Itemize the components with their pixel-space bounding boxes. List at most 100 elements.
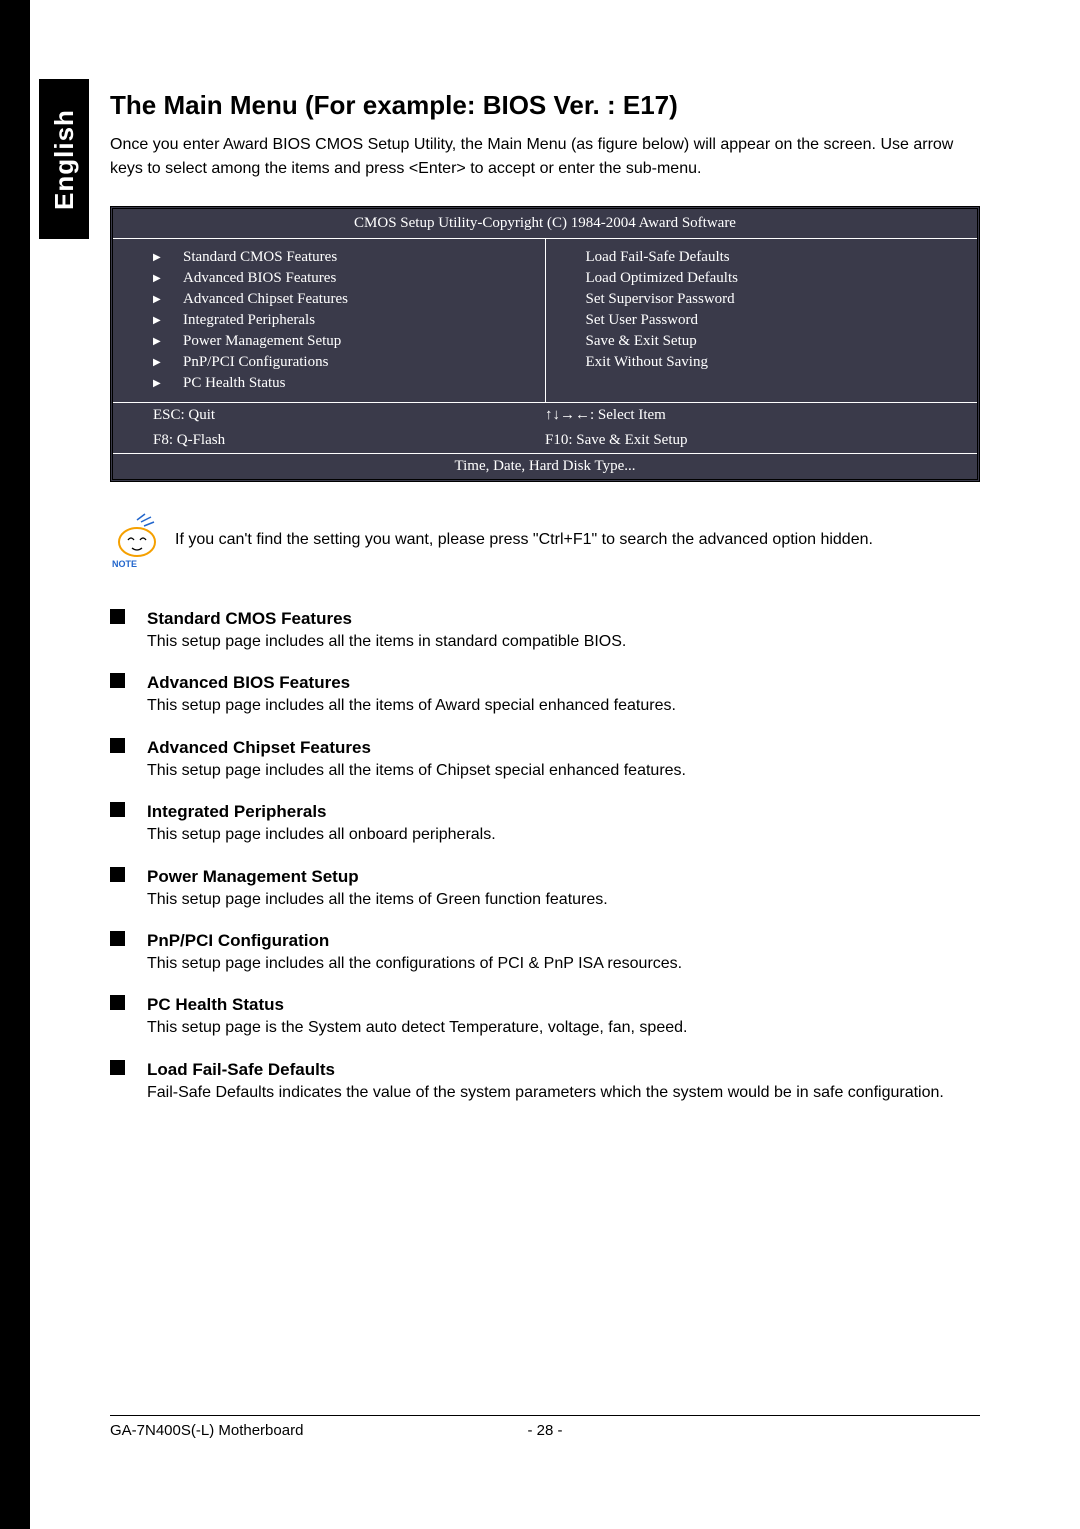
bios-menu-item: ▶ Advanced Chipset Features bbox=[153, 289, 505, 310]
section-item: Advanced Chipset Features This setup pag… bbox=[110, 736, 980, 782]
bios-menu-item: Load Optimized Defaults bbox=[586, 268, 938, 289]
arrow-icon: ▶ bbox=[153, 378, 161, 389]
bios-menu-item: Load Fail-Safe Defaults bbox=[586, 247, 938, 268]
section-desc: This setup page includes all the items i… bbox=[147, 631, 980, 653]
bios-menu-label: Load Optimized Defaults bbox=[586, 270, 738, 287]
section-item: Integrated Peripherals This setup page i… bbox=[110, 800, 980, 846]
bios-menu-label: PC Health Status bbox=[183, 375, 286, 392]
page-footer: GA-7N400S(-L) Motherboard - 28 - bbox=[110, 1415, 980, 1439]
section-desc: This setup page includes all onboard per… bbox=[147, 824, 980, 846]
section-title: Power Management Setup bbox=[147, 867, 359, 887]
bios-menu-item: ▶ PC Health Status bbox=[153, 373, 505, 394]
bios-menu-label: Integrated Peripherals bbox=[183, 312, 315, 329]
bios-menu-item: Set Supervisor Password bbox=[586, 289, 938, 310]
bios-select-hint: ↑↓→←: Select Item bbox=[545, 407, 937, 424]
section-item: PnP/PCI Configuration This setup page in… bbox=[110, 929, 980, 975]
arrow-icon: ▶ bbox=[153, 252, 161, 263]
page-edge-strip bbox=[0, 0, 30, 1529]
section-header: Advanced Chipset Features bbox=[110, 736, 980, 758]
section-item: PC Health Status This setup page is the … bbox=[110, 993, 980, 1039]
page-content: The Main Menu (For example: BIOS Ver. : … bbox=[110, 90, 980, 1122]
section-header: PnP/PCI Configuration bbox=[110, 929, 980, 951]
footer-product-name: GA-7N400S(-L) Motherboard bbox=[110, 1422, 528, 1439]
intro-paragraph: Once you enter Award BIOS CMOS Setup Uti… bbox=[110, 133, 980, 181]
bios-menu-label: Advanced Chipset Features bbox=[183, 291, 348, 308]
section-title: PnP/PCI Configuration bbox=[147, 931, 329, 951]
bios-menu-label: Advanced BIOS Features bbox=[183, 270, 336, 287]
bios-menu-label: Standard CMOS Features bbox=[183, 249, 337, 266]
bios-menu-item: Exit Without Saving bbox=[586, 352, 938, 373]
bios-menu-label: PnP/PCI Configurations bbox=[183, 354, 328, 371]
bios-menu-item: ▶ Standard CMOS Features bbox=[153, 247, 505, 268]
language-label: English bbox=[49, 109, 80, 210]
bios-menu-label: Set User Password bbox=[586, 312, 699, 329]
arrow-icon: ▶ bbox=[153, 315, 161, 326]
section-desc: This setup page is the System auto detec… bbox=[147, 1017, 980, 1039]
arrow-icon: ▶ bbox=[153, 294, 161, 305]
footer-page-number: - 28 - bbox=[528, 1422, 563, 1439]
section-item: Advanced BIOS Features This setup page i… bbox=[110, 671, 980, 717]
bios-menu-item: ▶ PnP/PCI Configurations bbox=[153, 352, 505, 373]
section-item: Power Management Setup This setup page i… bbox=[110, 865, 980, 911]
arrow-icon: ▶ bbox=[153, 357, 161, 368]
section-list: Standard CMOS Features This setup page i… bbox=[110, 607, 980, 1104]
bios-f10-hint: F10: Save & Exit Setup bbox=[545, 432, 937, 449]
bios-menu-item: ▶ Advanced BIOS Features bbox=[153, 268, 505, 289]
square-bullet-icon bbox=[110, 867, 125, 882]
section-title: Integrated Peripherals bbox=[147, 802, 327, 822]
section-title: PC Health Status bbox=[147, 995, 284, 1015]
bios-footer-row-2: F8: Q-Flash F10: Save & Exit Setup bbox=[113, 428, 977, 453]
note-text: If you can't find the setting you want, … bbox=[175, 531, 873, 549]
bios-menu-left-column: ▶ Standard CMOS Features ▶ Advanced BIOS F… bbox=[113, 239, 546, 402]
section-header: Advanced BIOS Features bbox=[110, 671, 980, 693]
square-bullet-icon bbox=[110, 609, 125, 624]
square-bullet-icon bbox=[110, 673, 125, 688]
section-desc: Fail-Safe Defaults indicates the value o… bbox=[147, 1082, 980, 1104]
section-title: Advanced BIOS Features bbox=[147, 673, 350, 693]
section-item: Standard CMOS Features This setup page i… bbox=[110, 607, 980, 653]
section-desc: This setup page includes all the items o… bbox=[147, 889, 980, 911]
section-title: Advanced Chipset Features bbox=[147, 738, 371, 758]
section-header: PC Health Status bbox=[110, 993, 980, 1015]
bios-f8-hint: F8: Q-Flash bbox=[153, 432, 545, 449]
bios-menu-label: Save & Exit Setup bbox=[586, 333, 697, 350]
square-bullet-icon bbox=[110, 802, 125, 817]
note-block: NOTE If you can't find the setting you w… bbox=[110, 512, 980, 567]
bios-menu-item: ▶ Power Management Setup bbox=[153, 331, 505, 352]
bios-esc-hint: ESC: Quit bbox=[153, 407, 545, 424]
section-item: Load Fail-Safe Defaults Fail-Safe Defaul… bbox=[110, 1058, 980, 1104]
section-title: Load Fail-Safe Defaults bbox=[147, 1060, 335, 1080]
section-title: Standard CMOS Features bbox=[147, 609, 352, 629]
section-header: Load Fail-Safe Defaults bbox=[110, 1058, 980, 1080]
bios-title: CMOS Setup Utility-Copyright (C) 1984-20… bbox=[113, 209, 977, 239]
bios-footer-row-1: ESC: Quit ↑↓→←: Select Item bbox=[113, 403, 977, 428]
intro-line-1: Once you enter Award BIOS CMOS Setup Uti… bbox=[110, 136, 876, 153]
section-header: Power Management Setup bbox=[110, 865, 980, 887]
arrow-icon: ▶ bbox=[153, 273, 161, 284]
arrow-icon: ▶ bbox=[153, 336, 161, 347]
bios-menu-label: Exit Without Saving bbox=[586, 354, 708, 371]
footer-spacer bbox=[563, 1422, 981, 1439]
square-bullet-icon bbox=[110, 1060, 125, 1075]
section-header: Standard CMOS Features bbox=[110, 607, 980, 629]
square-bullet-icon bbox=[110, 931, 125, 946]
square-bullet-icon bbox=[110, 738, 125, 753]
section-desc: This setup page includes all the items o… bbox=[147, 695, 980, 717]
bios-menu-item: ▶ Integrated Peripherals bbox=[153, 310, 505, 331]
bios-menu-right-column: Load Fail-Safe Defaults Load Optimized D… bbox=[546, 239, 978, 402]
note-icon: NOTE bbox=[110, 512, 165, 567]
bios-menu-label: Load Fail-Safe Defaults bbox=[586, 249, 730, 266]
bios-menu-label: Set Supervisor Password bbox=[586, 291, 735, 308]
square-bullet-icon bbox=[110, 995, 125, 1010]
bios-helpline: Time, Date, Hard Disk Type... bbox=[113, 453, 977, 479]
bios-menu: ▶ Standard CMOS Features ▶ Advanced BIOS F… bbox=[113, 239, 977, 403]
bios-screenshot: CMOS Setup Utility-Copyright (C) 1984-20… bbox=[110, 206, 980, 482]
page-heading: The Main Menu (For example: BIOS Ver. : … bbox=[110, 90, 980, 121]
note-label: NOTE bbox=[112, 559, 137, 569]
section-header: Integrated Peripherals bbox=[110, 800, 980, 822]
bios-menu-item: Save & Exit Setup bbox=[586, 331, 938, 352]
bios-menu-item: Set User Password bbox=[586, 310, 938, 331]
bios-menu-label: Power Management Setup bbox=[183, 333, 341, 350]
section-desc: This setup page includes all the configu… bbox=[147, 953, 980, 975]
language-tab: English bbox=[39, 79, 89, 239]
